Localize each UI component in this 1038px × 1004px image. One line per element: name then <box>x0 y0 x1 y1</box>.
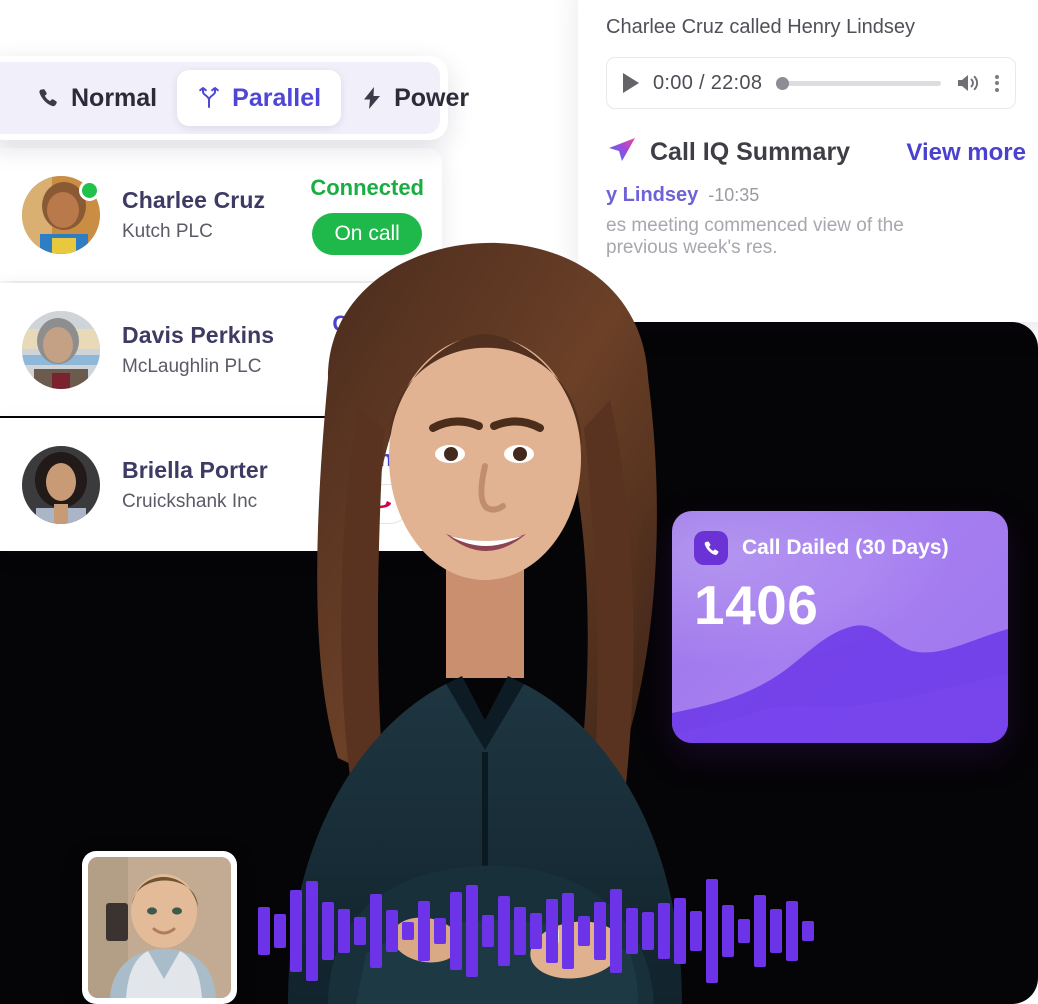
waveform-bar <box>578 916 590 946</box>
waveform-bar <box>290 890 302 972</box>
mode-tab-normal[interactable]: Normal <box>16 70 177 126</box>
call-dialed-stat-card: Call Dailed (30 Days) 1406 <box>672 511 1008 743</box>
more-options-icon[interactable] <box>995 72 999 94</box>
kebab-dot <box>995 74 999 79</box>
waveform-bar <box>658 903 670 959</box>
waveform-bar <box>338 909 350 953</box>
phone-icon <box>694 531 728 565</box>
waveform-bar <box>466 885 478 977</box>
waveform-bar <box>546 899 558 963</box>
bolt-icon <box>361 86 383 110</box>
waveform-bar <box>482 915 494 947</box>
phone-icon <box>36 86 60 110</box>
recording-title: Charlee Cruz called Henry Lindsey <box>606 16 916 38</box>
waveform-bar <box>754 895 766 967</box>
kebab-dot <box>995 81 999 85</box>
mode-tab-power[interactable]: Power <box>341 70 489 126</box>
waveform-bar <box>354 917 366 945</box>
audio-player[interactable]: 0:00 / 22:08 <box>606 57 1016 109</box>
waveform-bar <box>274 914 286 948</box>
waveform-bar <box>786 901 798 961</box>
audio-seek-slider[interactable] <box>776 76 941 90</box>
waveform-bar <box>690 911 702 951</box>
waveform-bar <box>306 881 318 981</box>
participant-video-thumbnail[interactable] <box>82 851 237 1004</box>
stat-card-value: 1406 <box>694 574 819 636</box>
waveform-bar <box>386 910 398 952</box>
presence-online-indicator <box>79 179 100 201</box>
waveform-bar <box>514 907 526 955</box>
stat-card-header: Call Dailed (30 Days) <box>694 531 949 565</box>
view-more-link[interactable]: View more <box>906 139 1026 167</box>
waveform-bar <box>418 901 430 961</box>
waveform-bar <box>530 913 542 949</box>
waveform-bar <box>434 918 446 944</box>
mode-tab-parallel[interactable]: Parallel <box>177 70 342 126</box>
seek-thumb[interactable] <box>776 76 790 90</box>
waveform-bar <box>706 879 718 983</box>
waveform-bar <box>722 905 734 957</box>
waveform-bar <box>610 889 622 973</box>
avatar <box>22 175 100 254</box>
waveform-bar <box>594 902 606 960</box>
waveform-bar <box>738 919 750 943</box>
waveform-bar <box>642 912 654 950</box>
thumbnail-image <box>88 857 231 998</box>
waveform-bar <box>626 908 638 954</box>
avatar <box>22 445 100 524</box>
mode-tab-label: Parallel <box>232 83 322 112</box>
screenshot-stage: Charlee Cruz called Henry Lindsey 0:00 /… <box>0 0 1038 1004</box>
avatar-image <box>22 310 100 389</box>
volume-icon[interactable] <box>955 72 981 94</box>
waveform-bar <box>770 909 782 953</box>
waveform-bar <box>322 902 334 960</box>
call-mode-toggle: Normal Parallel Power <box>0 62 469 134</box>
stat-card-label: Call Dailed (30 Days) <box>742 536 949 559</box>
seek-track <box>776 80 941 86</box>
waveform-bar <box>370 894 382 968</box>
waveform-bar <box>450 892 462 970</box>
branch-icon <box>197 86 221 110</box>
play-icon[interactable] <box>623 73 639 93</box>
mode-tab-label: Normal <box>71 83 158 112</box>
waveform-bar <box>402 922 414 940</box>
waveform-bar <box>258 907 270 955</box>
waveform-bar <box>802 921 814 941</box>
waveform-bar <box>498 896 510 966</box>
kebab-dot <box>995 87 999 92</box>
audio-waveform[interactable] <box>258 872 858 990</box>
mode-tab-label: Power <box>394 83 470 112</box>
waveform-bar <box>674 898 686 964</box>
audio-time-label: 0:00 / 22:08 <box>653 71 763 94</box>
waveform-bar <box>562 893 574 969</box>
avatar-image <box>22 445 100 524</box>
avatar <box>22 310 100 389</box>
